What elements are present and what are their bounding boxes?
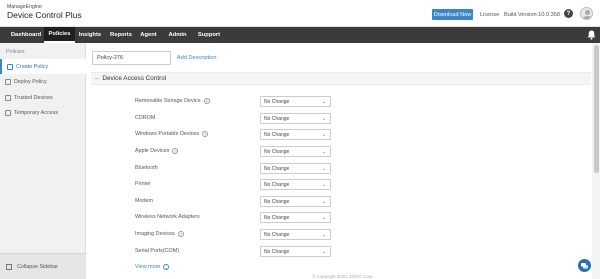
collapse-section-icon[interactable]: – — [95, 76, 98, 82]
sidebar-item-label: Deploy Policy — [14, 78, 47, 85]
chevron-down-icon: ⌄ — [321, 182, 326, 188]
tab-insights[interactable]: Insights — [76, 27, 104, 43]
deploy-policy-icon — [5, 78, 11, 85]
imaging-devices-select[interactable]: No Change ⌄ — [260, 229, 331, 240]
row-label-text: Apple Devices — [135, 148, 170, 154]
sidebar-item-create-policy[interactable]: Create Policy — [0, 59, 86, 74]
row-label-text: Wireless Network Adapters — [135, 214, 200, 220]
view-more-label: View more — [135, 264, 161, 270]
sidebar: Policies Create Policy Deploy Policy Tru… — [0, 43, 86, 279]
device-access-control-section[interactable]: – Device Access Control — [91, 72, 591, 85]
license-link[interactable]: License — [480, 12, 499, 18]
app-header: ManageEngine Device Control Plus Downloa… — [0, 0, 600, 27]
sidebar-item-deploy-policy[interactable]: Deploy Policy — [0, 74, 86, 89]
tab-reports[interactable]: Reports — [108, 27, 134, 43]
download-now-button[interactable]: Download Now — [432, 9, 473, 20]
chevron-down-icon: ⌄ — [321, 215, 326, 221]
help-icon[interactable]: ? — [172, 148, 179, 154]
copyright-footer: © Copyright 2020, ZOHO Corp. — [312, 274, 374, 279]
modem-select[interactable]: No Change ⌄ — [260, 196, 331, 207]
row-label-text: CDROM — [135, 115, 156, 121]
chat-icon[interactable] — [578, 259, 591, 272]
help-icon[interactable]: ? — [177, 231, 184, 237]
build-version-label: Build Version:10.0.358 — [504, 12, 560, 18]
bell-icon[interactable] — [587, 30, 597, 40]
select-value: No Change — [264, 231, 290, 238]
row-label-serial-ports: Serial Ports(COM) — [135, 248, 179, 254]
row-label-modem: Modem — [135, 198, 153, 204]
trusted-devices-icon — [5, 94, 11, 101]
help-icon[interactable]: ? — [203, 98, 210, 104]
chevron-down-icon: ⌄ — [321, 166, 326, 172]
windows-portable-select[interactable]: No Change ⌄ — [260, 129, 331, 140]
sidebar-item-temporary-access[interactable]: Temporary Access — [0, 105, 86, 120]
create-policy-icon — [7, 63, 13, 70]
help-icon[interactable]: ? — [202, 131, 209, 137]
tab-policies[interactable]: Policies — [44, 27, 75, 43]
sidebar-item-label: Trusted Devices — [14, 94, 53, 101]
row-label-cdrom: CDROM — [135, 115, 155, 121]
sidebar-item-trusted-devices[interactable]: Trusted Devices — [0, 90, 86, 105]
removable-storage-select[interactable]: No Change ⌄ — [260, 96, 331, 107]
printer-select[interactable]: No Change ⌄ — [260, 179, 331, 190]
select-value: No Change — [264, 115, 290, 122]
chevron-down-icon: ⌄ — [321, 132, 326, 138]
chevron-down-icon: ⌄ — [321, 99, 326, 105]
add-description-link[interactable]: Add Description — [177, 55, 217, 61]
chevron-down-icon: ⌄ — [163, 264, 170, 270]
chevron-down-icon: ⌄ — [321, 249, 326, 255]
cdrom-select[interactable]: No Change ⌄ — [260, 113, 331, 124]
sidebar-item-label: Temporary Access — [14, 109, 59, 116]
tab-dashboard[interactable]: Dashboard — [6, 27, 46, 43]
select-value: No Change — [264, 98, 290, 105]
section-title: Device Access Control — [102, 75, 167, 82]
select-value: No Change — [264, 165, 290, 172]
row-label-bluetooth: Bluetooth — [135, 165, 158, 171]
row-label-text: Modem — [135, 198, 153, 204]
chevron-down-icon: ⌄ — [321, 232, 326, 238]
select-value: No Change — [264, 181, 290, 188]
tab-agent[interactable]: Agent — [137, 27, 160, 43]
row-label-text: Imaging Devices — [135, 231, 175, 237]
serial-ports-select[interactable]: No Change ⌄ — [260, 246, 331, 257]
row-label-text: Bluetooth — [135, 165, 158, 171]
bluetooth-select[interactable]: No Change ⌄ — [260, 163, 331, 174]
row-label-text: Windows Portable Devices — [135, 131, 200, 137]
sidebar-title: Policies — [6, 49, 25, 55]
row-label-imaging-devices: Imaging Devices? — [135, 231, 184, 237]
temporary-access-icon — [5, 109, 11, 116]
scrollbar-thumb[interactable] — [594, 45, 599, 173]
row-label-wireless-network-adapters: Wireless Network Adapters — [135, 214, 200, 220]
tab-admin[interactable]: Admin — [165, 27, 190, 43]
help-icon[interactable]: ? — [564, 9, 573, 18]
row-label-removable-storage: Removable Storage Device? — [135, 98, 210, 104]
chevron-down-icon: ⌄ — [321, 116, 326, 122]
main-nav: Dashboard Policies Insights Reports Agen… — [0, 27, 600, 43]
select-value: No Change — [264, 214, 290, 221]
row-label-printer: Printer — [135, 181, 151, 187]
wireless-network-adapters-select[interactable]: No Change ⌄ — [260, 212, 331, 223]
brand-logo[interactable]: ManageEngine Device Control Plus — [7, 4, 82, 20]
brand-product-name: Device Control Plus — [7, 10, 82, 20]
collapse-sidebar-label: Collapse Sidebar — [17, 263, 59, 270]
sidebar-item-label: Create Policy — [16, 63, 49, 70]
row-label-text: Printer — [135, 181, 151, 187]
view-more-link[interactable]: View more ⌄ — [135, 264, 170, 270]
row-label-text: Serial Ports(COM) — [135, 248, 180, 254]
row-label-text: Removable Storage Device — [135, 98, 201, 104]
select-value: No Change — [264, 198, 290, 205]
select-value: No Change — [264, 248, 290, 255]
tab-support[interactable]: Support — [195, 27, 223, 43]
avatar[interactable] — [580, 7, 593, 20]
select-value: No Change — [264, 131, 290, 138]
policy-name-input[interactable]: Policy-276 — [92, 51, 171, 65]
row-label-apple-devices: Apple Devices? — [135, 148, 179, 154]
select-value: No Change — [264, 148, 290, 155]
row-label-windows-portable: Windows Portable Devices? — [135, 131, 209, 137]
chevron-down-icon: ⌄ — [321, 199, 326, 205]
collapse-icon — [6, 263, 12, 270]
chevron-down-icon: ⌄ — [321, 149, 326, 155]
apple-devices-select[interactable]: No Change ⌄ — [260, 146, 331, 157]
